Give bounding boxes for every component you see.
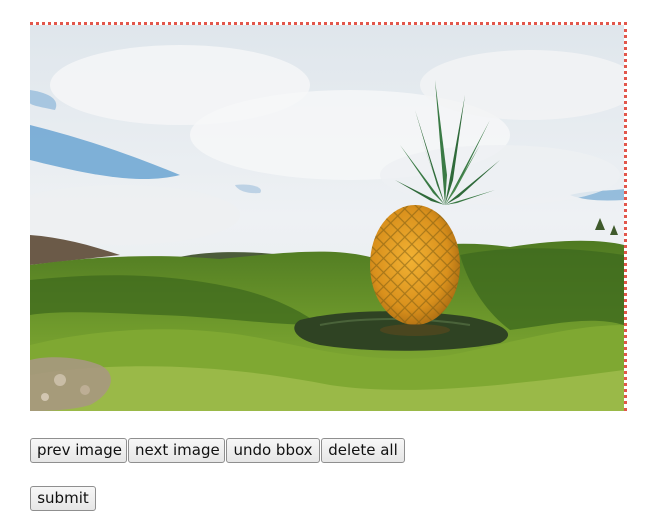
annotation-image[interactable] bbox=[30, 25, 624, 411]
delete-all-button[interactable]: delete all bbox=[321, 438, 405, 463]
prev-image-button[interactable]: prev image bbox=[30, 438, 127, 463]
annotation-canvas[interactable] bbox=[30, 22, 627, 411]
next-image-button[interactable]: next image bbox=[128, 438, 225, 463]
undo-bbox-button[interactable]: undo bbox bbox=[226, 438, 320, 463]
submit-button[interactable]: submit bbox=[30, 486, 96, 511]
